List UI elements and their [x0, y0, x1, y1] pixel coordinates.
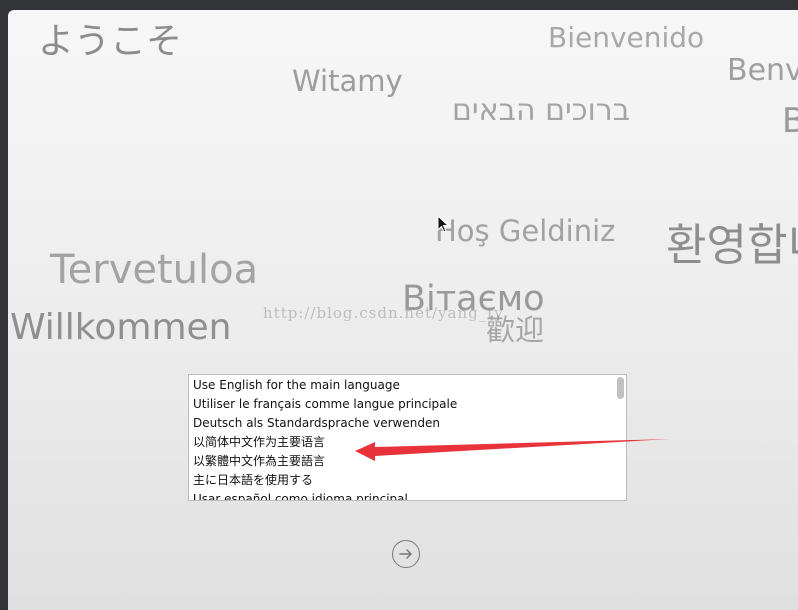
greeting-benv: Benv [727, 53, 798, 88]
language-option[interactable]: Usar español como idioma principal [189, 490, 626, 500]
language-option[interactable]: 以繁體中文作為主要語言 [189, 452, 626, 471]
language-list-scrollbar[interactable] [617, 377, 624, 498]
setup-window: ようこそ Bienvenido Witamy Benv ברוכים הבאים… [8, 10, 798, 610]
greeting-polish: Witamy [292, 64, 403, 98]
greeting-finnish: Tervetuloa [50, 247, 259, 293]
language-option[interactable]: Utiliser le français comme langue princi… [189, 395, 626, 414]
watermark: http://blog.csdn.net/yang_ty [263, 304, 504, 322]
greeting-korean: 환영합니 [666, 220, 798, 271]
language-option[interactable]: 以简体中文作为主要语言 [189, 433, 626, 452]
greeting-turkish: Hoş Geldiniz [435, 214, 616, 248]
greeting-japanese: ようこそ [38, 21, 183, 62]
mouse-cursor-icon [437, 215, 449, 233]
language-list-items: Use English for the main language Utilise… [189, 375, 626, 500]
language-option[interactable]: Use English for the main language [189, 376, 626, 395]
arrow-right-circle-icon [399, 549, 412, 559]
language-option[interactable]: 主に日本語を使用する [189, 471, 626, 490]
greeting-b: B [782, 101, 798, 141]
screen: ようこそ Bienvenido Witamy Benv ברוכים הבאים… [0, 0, 798, 610]
greeting-german: Willkommen [10, 307, 232, 348]
language-list[interactable]: Use English for the main language Utilise… [188, 374, 627, 501]
scroll-thumb[interactable] [617, 377, 624, 399]
greeting-spanish: Bienvenido [548, 21, 705, 54]
greeting-hebrew: ברוכים הבאים [452, 93, 631, 128]
language-option[interactable]: Deutsch als Standardsprache verwenden [189, 414, 626, 433]
continue-button[interactable] [392, 540, 420, 568]
